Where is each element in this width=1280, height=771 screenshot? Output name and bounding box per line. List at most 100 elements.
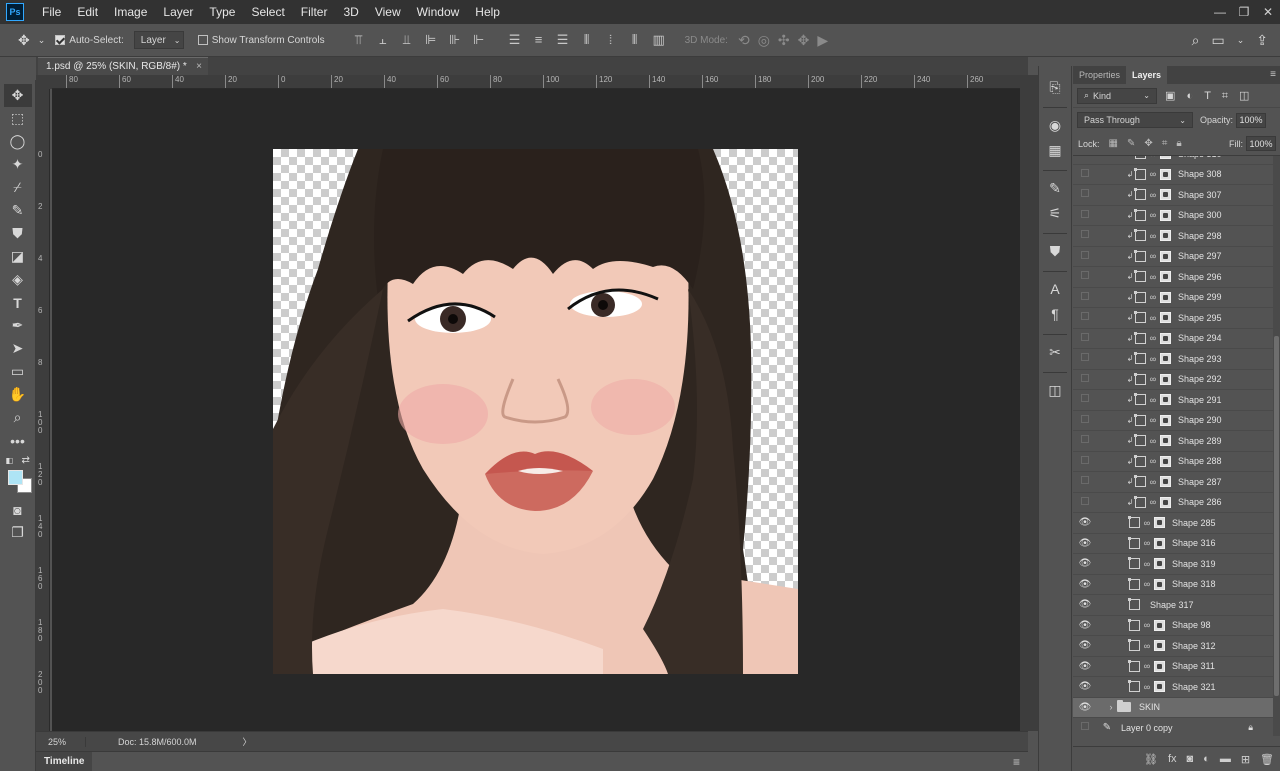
mask-thumbnail-icon[interactable] [1160,435,1171,447]
align-right-icon[interactable]: ⊩ [467,32,491,48]
visibility-box[interactable] [1081,373,1089,382]
link-chain-icon[interactable]: ∞ [1149,156,1157,159]
vector-thumbnail-icon[interactable] [1134,311,1146,324]
menu-type[interactable]: Type [201,5,243,19]
3d-drag-icon[interactable]: ✣ [778,32,790,49]
workspace-chevron-icon[interactable]: ⌄ [1237,35,1245,46]
tab-layers[interactable]: Layers [1126,66,1168,84]
foreground-color-swatch[interactable] [7,470,23,485]
visibility-box[interactable] [1081,209,1089,218]
lasso-tool-button[interactable]: ◯ [4,130,32,153]
layer-row[interactable]: 👁︎ ∞ Shape 311 [1073,656,1273,677]
link-chain-icon[interactable]: ∞ [1149,436,1157,446]
layer-group-row[interactable]: 👁︎ › SKIN [1073,697,1273,718]
distribute-vcenter-icon[interactable]: ≡ [527,32,551,48]
layers-scroll-thumb[interactable] [1274,336,1279,696]
layer-row[interactable]: ↲ ∞ Shape 310 [1073,156,1273,165]
vector-thumbnail-icon[interactable] [1134,167,1146,180]
menu-view[interactable]: View [367,5,409,19]
link-chain-icon[interactable]: ∞ [1149,395,1157,405]
filter-type-icon[interactable]: T [1204,90,1211,102]
new-layer-icon[interactable]: ⊞ [1241,753,1250,766]
layer-row[interactable]: ↲ ∞ Shape 293 [1073,349,1273,370]
menu-filter[interactable]: Filter [293,5,336,19]
layer-row[interactable]: ✎ Layer 0 copy 🔒︎ [1073,718,1273,736]
link-chain-icon[interactable]: ∞ [1143,579,1151,589]
vector-thumbnail-icon[interactable] [1128,598,1140,611]
new-group-icon[interactable]: ▬ [1220,753,1231,765]
search-icon[interactable]: ⌕ [1192,32,1200,49]
eye-icon[interactable]: 👁︎ [1073,579,1097,590]
horizontal-ruler[interactable]: 80 60 40 20 0 20 40 60 80 100 120 140 160 180 200 220 24… [52,75,1020,89]
close-tab-icon[interactable]: × [196,61,202,72]
vector-thumbnail-icon[interactable] [1128,536,1140,549]
stamp-tool-button[interactable]: ⛊ [4,222,32,245]
layer-name[interactable]: Shape 297 [1178,251,1222,261]
visibility-toggle[interactable] [1073,353,1097,364]
eye-icon[interactable]: 👁︎ [1073,620,1097,631]
vector-thumbnail-icon[interactable] [1128,557,1140,570]
layer-name[interactable]: Shape 318 [1172,579,1216,589]
distribute-bottom-icon[interactable]: ☰ [551,32,575,48]
visibility-box[interactable] [1081,250,1089,259]
lock-pixels-icon[interactable]: ✎ [1127,138,1135,149]
tool-presets-icon[interactable]: ✂ [1042,341,1068,363]
mask-thumbnail-icon[interactable] [1160,250,1171,262]
mask-thumbnail-icon[interactable] [1160,332,1171,344]
eye-icon[interactable]: 👁︎ [1073,538,1097,549]
layer-name[interactable]: Shape 288 [1178,456,1222,466]
layer-name[interactable]: Shape 307 [1178,190,1222,200]
link-chain-icon[interactable]: ∞ [1149,354,1157,364]
character-icon[interactable]: A [1042,278,1068,300]
vector-thumbnail-icon[interactable] [1128,618,1140,631]
link-chain-icon[interactable]: ∞ [1143,559,1151,569]
visibility-toggle[interactable] [1073,291,1097,303]
eyedropper-tool-button[interactable]: ⌿ [4,176,32,199]
eye-icon[interactable]: 👁︎ [1073,681,1097,692]
layer-name[interactable]: Shape 289 [1178,436,1222,446]
layer-row[interactable]: ↲ ∞ Shape 297 [1073,246,1273,267]
vector-thumbnail-icon[interactable] [1134,270,1146,283]
layer-name[interactable]: Shape 292 [1178,374,1222,384]
menu-layer[interactable]: Layer [155,5,201,19]
visibility-toggle[interactable] [1073,496,1097,508]
layer-name[interactable]: Shape 294 [1178,333,1222,343]
opacity-field[interactable]: 100% [1236,112,1267,128]
filter-smart-object-icon[interactable]: ◫ [1239,90,1249,102]
visibility-box[interactable] [1081,312,1089,321]
mask-thumbnail-icon[interactable] [1160,414,1171,426]
add-mask-icon[interactable]: ◙ [1187,753,1194,765]
more-tools-button[interactable]: ••• [4,429,32,452]
layer-name[interactable]: Shape 308 [1178,169,1222,179]
visibility-box[interactable] [1081,455,1089,464]
paint-bucket-tool-button[interactable]: ◈ [4,268,32,291]
align-top-icon[interactable]: ⫪ [347,32,371,48]
visibility-toggle[interactable] [1073,332,1097,344]
mask-thumbnail-icon[interactable] [1160,209,1171,221]
menu-select[interactable]: Select [243,5,292,19]
share-icon[interactable]: ⇪ [1256,32,1268,49]
type-tool-button[interactable]: T [4,291,32,314]
visibility-box[interactable] [1081,291,1089,300]
layer-row[interactable]: ↲ ∞ Shape 296 [1073,267,1273,288]
vector-thumbnail-icon[interactable] [1134,475,1146,488]
mask-thumbnail-icon[interactable] [1154,660,1165,672]
link-chain-icon[interactable]: ∞ [1149,333,1157,343]
paragraph-icon[interactable]: ¶ [1042,303,1068,325]
swap-colors-icon[interactable]: ⇄ [22,455,30,466]
link-chain-icon[interactable]: ∞ [1143,641,1151,651]
mask-thumbnail-icon[interactable] [1160,353,1171,365]
zoom-tool-button[interactable]: ⌕ [4,406,32,429]
link-chain-icon[interactable]: ∞ [1149,272,1157,282]
filter-shape-icon[interactable]: ⌗ [1222,90,1228,102]
visibility-toggle[interactable] [1073,373,1097,385]
layer-name[interactable]: Shape 285 [1172,518,1216,528]
align-vcenter-icon[interactable]: ⫠ [371,32,395,48]
visibility-toggle[interactable] [1073,156,1097,159]
mask-thumbnail-icon[interactable] [1160,476,1171,488]
layer-name[interactable]: Shape 296 [1178,272,1222,282]
layer-row[interactable]: 👁︎ Shape 317 [1073,595,1273,616]
layer-name[interactable]: Shape 299 [1178,292,1222,302]
vector-thumbnail-icon[interactable] [1128,639,1140,652]
visibility-toggle[interactable] [1073,250,1097,262]
